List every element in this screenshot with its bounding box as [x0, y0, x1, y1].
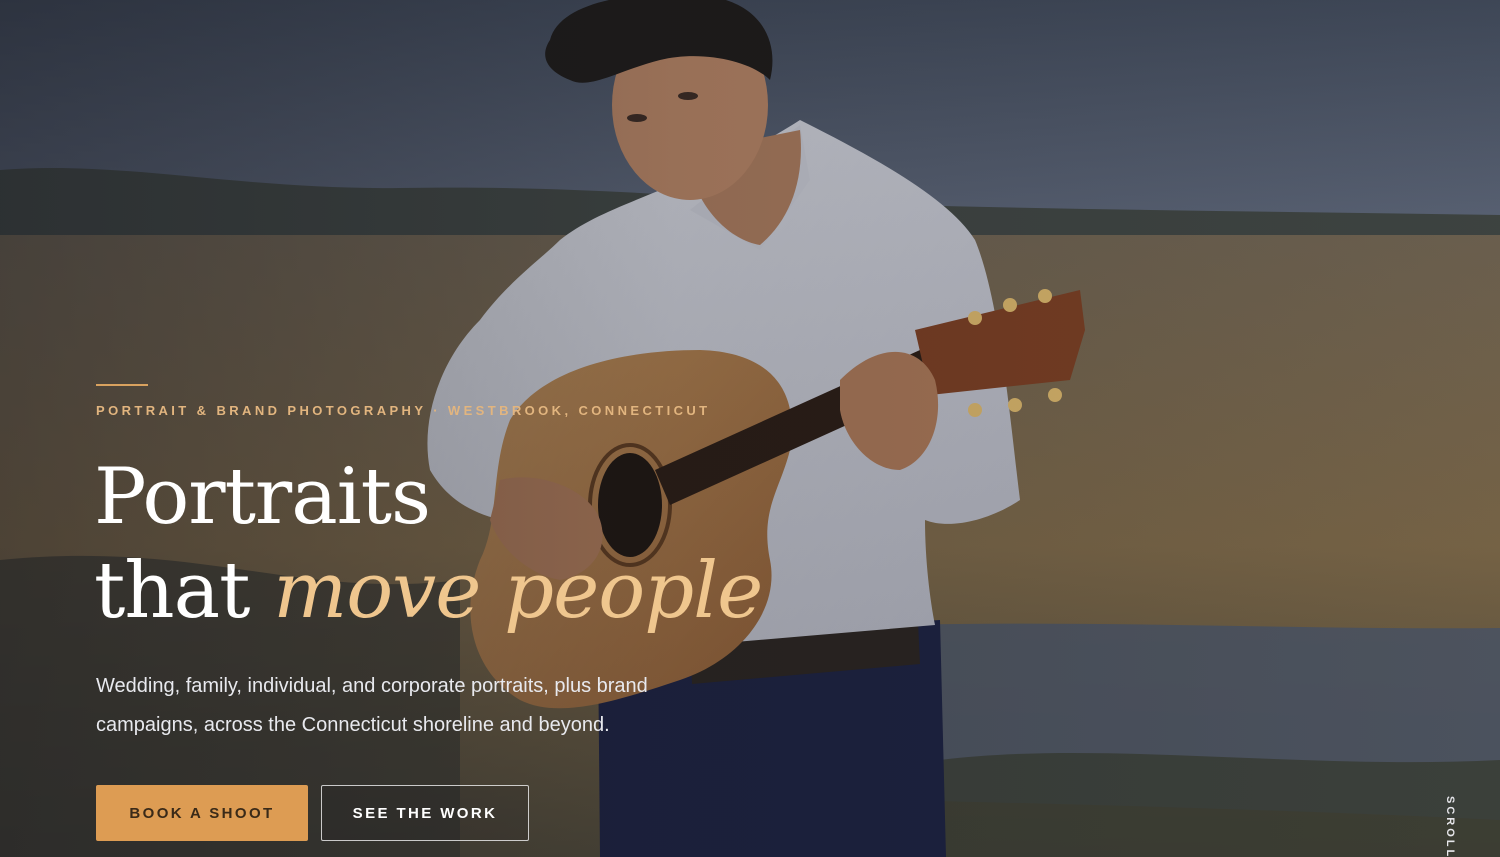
headline-line-2-plain: that: [94, 546, 274, 636]
hero-description: Wedding, family, individual, and corpora…: [96, 675, 648, 736]
hero-headline: Portraits that move people: [94, 450, 763, 638]
headline-line-2-accent: move people: [273, 546, 763, 636]
hero-section: PORTRAIT & BRAND PHOTOGRAPHY · WESTBROOK…: [0, 0, 1500, 857]
eyebrow-tagline: PORTRAIT & BRAND PHOTOGRAPHY · WESTBROOK…: [96, 403, 711, 418]
book-a-shoot-button[interactable]: BOOK A SHOOT: [96, 785, 308, 841]
headline-line-1: Portraits: [94, 452, 431, 542]
eyebrow-rule: [96, 384, 148, 386]
scroll-hint[interactable]: SCROLL: [1444, 796, 1456, 857]
see-the-work-button[interactable]: SEE THE WORK: [321, 785, 529, 841]
